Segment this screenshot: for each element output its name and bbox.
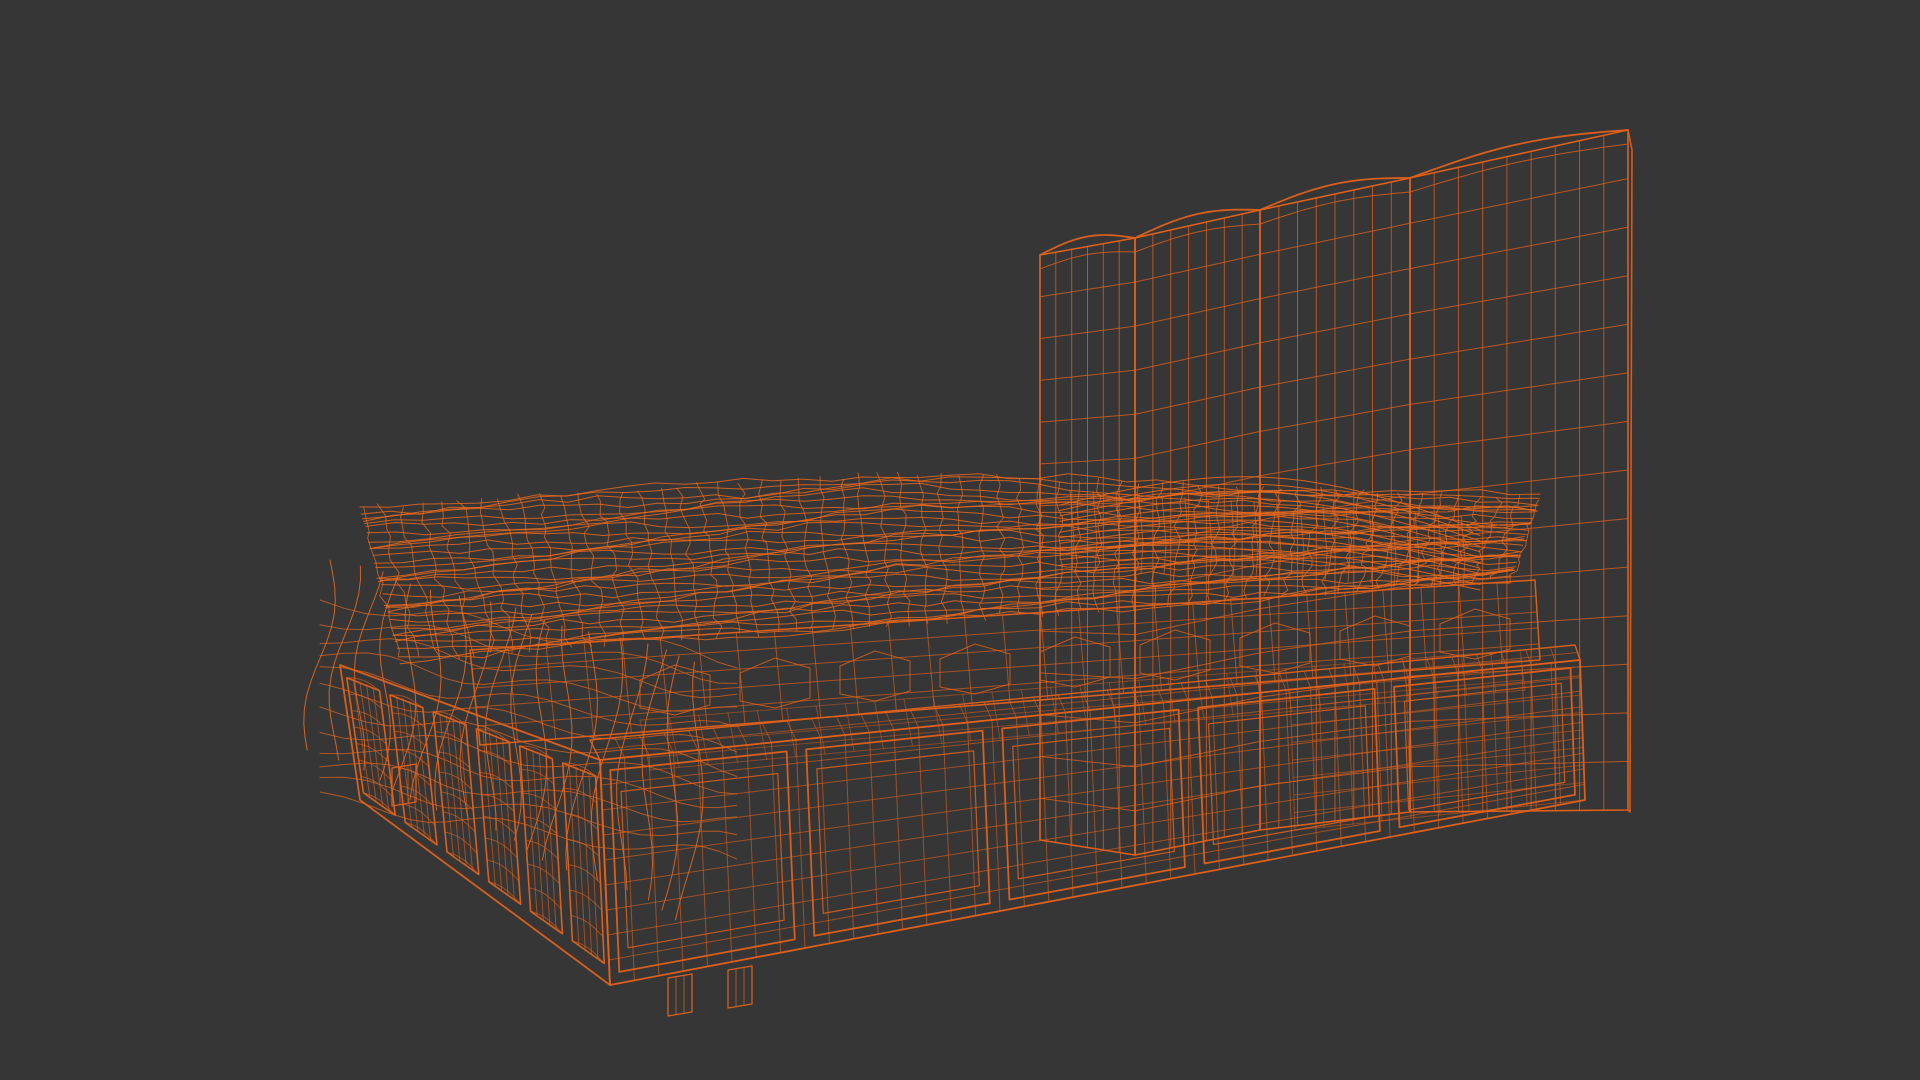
wire-loop	[1409, 420, 1629, 451]
wire-loop	[1420, 587, 1427, 670]
wire-loop	[939, 643, 1011, 695]
wire-loop	[659, 637, 670, 731]
duvet-wireframe	[303, 471, 1541, 921]
wire-loop	[1409, 712, 1629, 722]
wire-loop	[936, 472, 948, 624]
wire-loop	[345, 676, 397, 817]
wire-loop	[1230, 599, 1238, 685]
wire-loop	[1134, 430, 1261, 459]
wire-loop	[727, 965, 753, 1009]
wire-loop	[925, 619, 935, 710]
wire-loop	[415, 704, 432, 841]
wire-loop	[589, 644, 1581, 761]
wire-loop	[661, 655, 680, 911]
wire-loop	[1134, 342, 1261, 371]
wire-loop	[1458, 584, 1465, 667]
wire-loop	[1496, 582, 1503, 664]
wire-loop	[603, 721, 1583, 861]
wire-loop	[840, 478, 854, 630]
wire-loop	[444, 831, 478, 854]
wire-loop	[1409, 178, 1629, 224]
wire-loop	[481, 793, 515, 812]
wire-loop	[1383, 679, 1391, 838]
wire-loop	[563, 787, 598, 804]
wire-loop	[991, 719, 1001, 912]
wire-loop	[1224, 486, 1240, 601]
wire-loop	[642, 659, 1522, 733]
wire-loop	[445, 715, 461, 861]
wire-loop	[887, 622, 897, 713]
3d-viewport[interactable]	[0, 0, 1920, 1080]
wire-loop	[527, 863, 560, 885]
wire-loop	[1344, 592, 1352, 676]
wire-loop	[477, 750, 512, 766]
wire-loop	[486, 859, 520, 882]
wire-loop	[795, 739, 806, 949]
wire-loop	[399, 582, 1511, 665]
wire-loop	[1116, 607, 1125, 694]
wire-loop	[1078, 609, 1087, 697]
wire-loop	[436, 751, 471, 769]
wire-loop	[1409, 143, 1629, 193]
wire-loop	[452, 718, 467, 865]
wire-loop	[469, 649, 481, 746]
wire-loop	[1002, 614, 1011, 703]
wire-loop	[569, 889, 603, 911]
wire-loop	[1134, 253, 1261, 283]
wire-loop	[551, 758, 563, 935]
wire-loop	[1134, 223, 1261, 253]
wire-loop	[391, 712, 426, 728]
wire-loop	[353, 726, 387, 745]
wire-loop	[465, 724, 480, 875]
wire-loop	[1134, 608, 1261, 636]
wire-loop	[1268, 597, 1276, 682]
wire-loop	[667, 973, 693, 1017]
wire-loop	[1134, 298, 1261, 327]
wire-loop	[996, 474, 1006, 615]
wire-loop	[363, 506, 400, 658]
wire-loop	[319, 599, 738, 669]
wire-loop	[1409, 275, 1629, 315]
wire-loop	[1409, 323, 1629, 360]
wire-loop	[1409, 129, 1629, 179]
wire-loop	[525, 839, 559, 860]
wire-loop	[1409, 226, 1629, 270]
wire-loop	[473, 611, 1538, 689]
wire-loop	[363, 482, 1538, 522]
bed-legs-wireframe	[391, 763, 753, 1017]
wire-loop	[811, 627, 822, 719]
wire-loop	[520, 769, 555, 785]
wire-loop	[607, 768, 1585, 936]
wire-loop	[1016, 478, 1025, 614]
wire-loop	[1161, 495, 1167, 575]
wire-loop	[328, 565, 361, 761]
wire-loop	[697, 634, 708, 728]
wire-loop	[1382, 589, 1390, 673]
wire-loop	[1040, 612, 1049, 700]
wire-loop	[1409, 372, 1629, 405]
wire-loop	[528, 887, 562, 910]
wire-loop	[596, 493, 625, 642]
wire-loop	[735, 632, 746, 725]
wire-loop	[469, 579, 1536, 651]
wire-loop	[484, 837, 518, 859]
bed-base-wireframe	[339, 644, 1586, 986]
wire-loop	[1134, 386, 1261, 415]
wire-loop	[380, 535, 1525, 581]
wire-loop	[566, 838, 600, 857]
bed-wireframe-model	[303, 129, 1633, 1017]
wire-loop	[916, 475, 929, 625]
wire-loop	[519, 745, 532, 912]
wire-loop	[609, 799, 1586, 986]
wire-loop	[849, 624, 860, 716]
wire-loop	[737, 483, 760, 638]
wire-loop	[438, 771, 472, 790]
wire-loop	[570, 915, 604, 938]
wire-loop	[1154, 604, 1162, 691]
wire-loop	[319, 652, 738, 712]
